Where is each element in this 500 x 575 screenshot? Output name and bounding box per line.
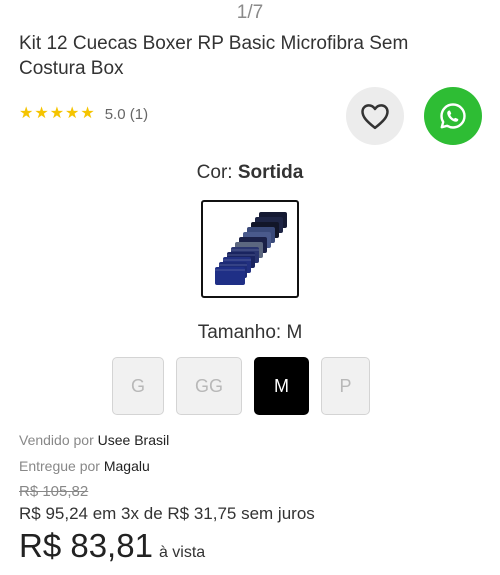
color-swatch-sortida[interactable] xyxy=(201,200,299,298)
size-option-gg[interactable]: GG xyxy=(176,357,242,415)
product-title: Kit 12 Cuecas Boxer RP Basic Microfibra … xyxy=(19,33,409,79)
size-option-g[interactable]: G xyxy=(112,357,164,415)
heart-icon xyxy=(361,104,389,130)
whatsapp-icon xyxy=(440,103,466,129)
favorite-button[interactable] xyxy=(346,87,404,145)
product-rating[interactable]: ★ ★ ★ ★ ★ 5.0 (1) xyxy=(19,105,148,123)
current-price: R$ 83,81 xyxy=(19,527,153,564)
size-option-m[interactable]: M xyxy=(254,357,309,415)
installments-text: R$ 95,24 em 3x de R$ 31,75 sem juros xyxy=(19,504,315,523)
rating-score: 5.0 (1) xyxy=(104,105,149,123)
delivery-info: Entregue por Magalu xyxy=(19,458,150,474)
color-label: Cor: Sortida xyxy=(0,162,500,184)
seller-info: Vendido por Usee Brasil xyxy=(19,432,169,448)
delivery-name: Magalu xyxy=(103,458,150,474)
star-icon: ★ xyxy=(49,105,65,122)
star-icon: ★ xyxy=(65,105,80,122)
color-selected-value: Sortida xyxy=(237,162,304,183)
color-label-prefix: Cor: xyxy=(196,162,233,183)
price-block: R$ 83,81 à vista xyxy=(19,527,205,565)
gallery-page-indicator: 1/7 xyxy=(236,2,264,23)
delivery-prefix: Entregue por xyxy=(19,458,100,474)
rating-stars: ★ ★ ★ ★ ★ xyxy=(19,105,95,123)
price-suffix: à vista xyxy=(158,544,206,561)
old-price: R$ 105,82 xyxy=(19,483,89,500)
star-icon: ★ xyxy=(19,105,34,122)
size-option-p[interactable]: P xyxy=(321,357,370,415)
seller-name[interactable]: Usee Brasil xyxy=(98,432,170,448)
size-label: Tamanho: M xyxy=(197,322,303,343)
star-icon: ★ xyxy=(34,105,49,122)
whatsapp-share-button[interactable] xyxy=(424,87,482,145)
star-icon: ★ xyxy=(80,105,95,122)
boxer-stack-thumbnail xyxy=(211,208,289,290)
seller-prefix: Vendido por xyxy=(19,432,94,448)
